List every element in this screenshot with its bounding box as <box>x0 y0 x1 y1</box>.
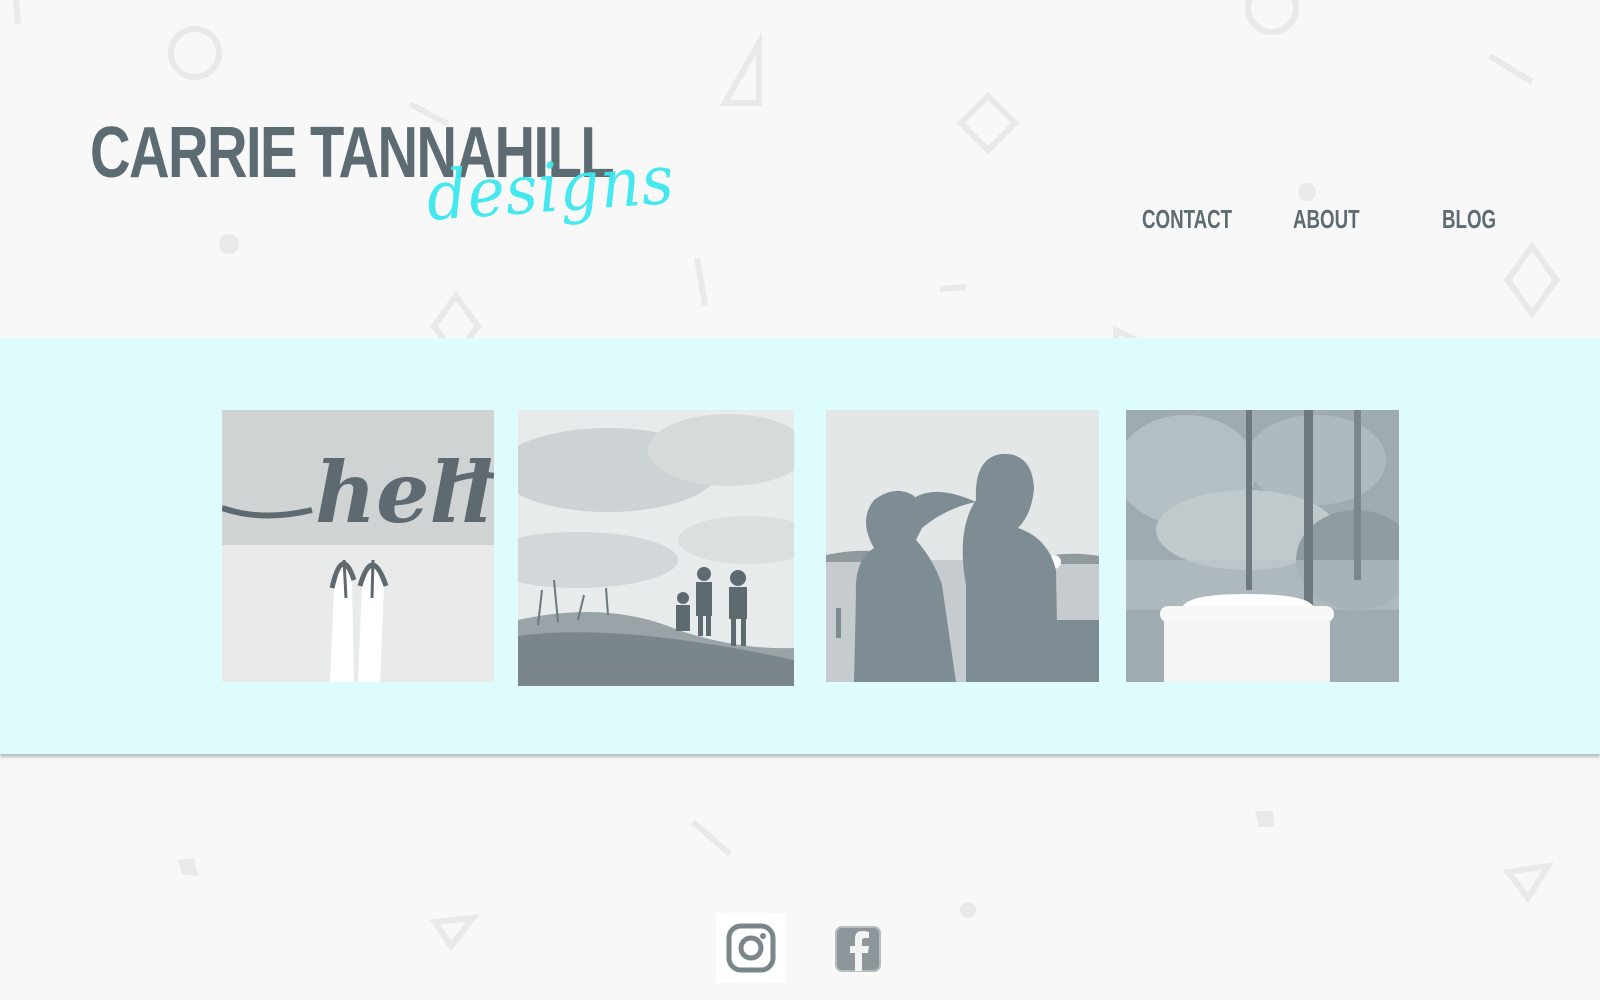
photo-couple-sunset[interactable] <box>826 410 1099 682</box>
site-logo[interactable]: CARRIE TANNAHILL designs <box>90 112 677 262</box>
couple-sunset-image <box>826 410 1099 682</box>
photo-gallery-band: hello <box>0 338 1600 754</box>
coffee-cup-image <box>1126 410 1399 682</box>
photo-hello-doormat[interactable]: hello <box>222 410 494 682</box>
nav-contact-link[interactable]: CONTACT <box>1142 204 1232 235</box>
family-hill-image <box>518 410 794 686</box>
facebook-link[interactable] <box>822 913 892 983</box>
hello-doormat-image: hello <box>222 410 494 682</box>
nav-blog-link[interactable]: BLOG <box>1442 204 1496 235</box>
photo-coffee-cup[interactable] <box>1126 410 1399 682</box>
photo-family-hill[interactable] <box>518 410 794 686</box>
social-links <box>716 913 896 993</box>
hello-text: hello <box>315 443 494 542</box>
photo-gallery: hello <box>0 338 1600 754</box>
site-header: CARRIE TANNAHILL designs CONTACT ABOUT B… <box>0 0 1600 338</box>
instagram-icon <box>726 923 776 973</box>
main-nav: CONTACT ABOUT BLOG <box>1140 204 1520 240</box>
brand-tagline: designs <box>424 140 677 237</box>
instagram-link[interactable] <box>716 913 786 983</box>
nav-about-link[interactable]: ABOUT <box>1293 204 1360 235</box>
facebook-icon <box>835 926 881 972</box>
